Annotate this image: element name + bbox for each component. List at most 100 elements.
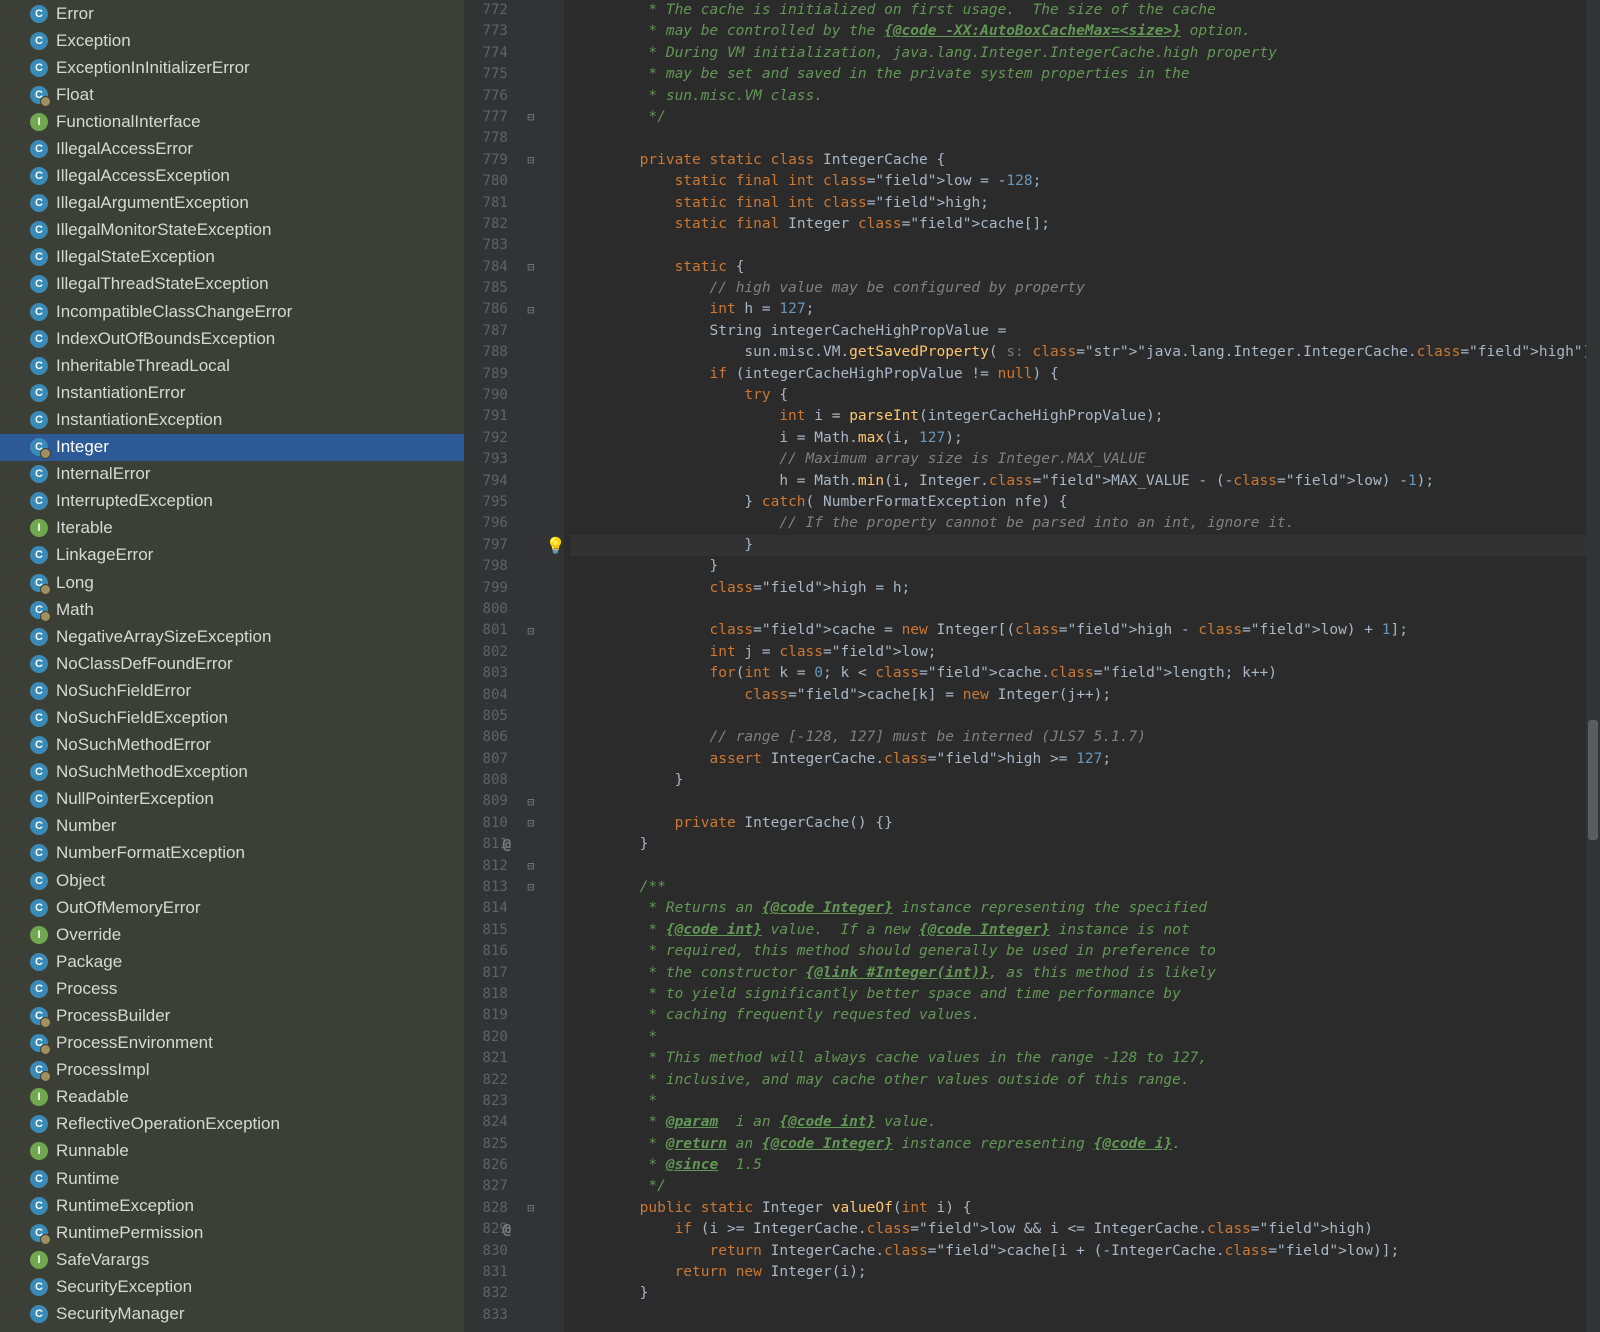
code-line[interactable]: if (integerCacheHighPropValue != null) { — [570, 364, 1600, 385]
code-line[interactable]: public static Integer valueOf(int i) { — [570, 1198, 1600, 1219]
tree-item-nosuchfieldexception[interactable]: CNoSuchFieldException — [0, 704, 464, 731]
code-line[interactable] — [570, 128, 1600, 149]
gutter-icons[interactable]: ⊟⊟⊟⊟⊟⊟⊟⊟⊟⊟@@💡 — [520, 0, 564, 1332]
fold-icon[interactable]: ⊟ — [524, 260, 538, 274]
tree-item-illegalargumentexception[interactable]: CIllegalArgumentException — [0, 190, 464, 217]
code-line[interactable]: sun.misc.VM.getSavedProperty( s: class="… — [570, 342, 1600, 363]
tree-item-incompatibleclasschangeerror[interactable]: CIncompatibleClassChangeError — [0, 298, 464, 325]
tree-item-integer[interactable]: CInteger — [0, 434, 464, 461]
code-line[interactable]: class="field">high = h; — [570, 578, 1600, 599]
code-line[interactable]: * The cache is initialized on first usag… — [570, 0, 1600, 21]
tree-item-reflectiveoperationexception[interactable]: CReflectiveOperationException — [0, 1111, 464, 1138]
code-editor[interactable]: 7727737747757767777787797807817827837847… — [464, 0, 1600, 1332]
code-line[interactable]: // high value may be configured by prope… — [570, 278, 1600, 299]
override-icon[interactable]: @ — [500, 1222, 514, 1238]
code-line[interactable]: int h = 127; — [570, 299, 1600, 320]
code-line[interactable]: for(int k = 0; k < class="field">cache.c… — [570, 663, 1600, 684]
tree-item-processenvironment[interactable]: CProcessEnvironment — [0, 1030, 464, 1057]
fold-icon[interactable]: ⊟ — [524, 816, 538, 830]
code-line[interactable]: } — [570, 556, 1600, 577]
code-line[interactable]: class="field">cache = new Integer[(class… — [570, 620, 1600, 641]
tree-item-securityexception[interactable]: CSecurityException — [0, 1273, 464, 1300]
code-line[interactable]: static final int class="field">low = -12… — [570, 171, 1600, 192]
code-line[interactable]: // Maximum array size is Integer.MAX_VAL… — [570, 449, 1600, 470]
code-line[interactable]: } — [570, 1283, 1600, 1304]
code-line[interactable]: } — [570, 535, 1600, 556]
tree-item-runtimepermission[interactable]: CRuntimePermission — [0, 1219, 464, 1246]
tree-item-internalerror[interactable]: CInternalError — [0, 461, 464, 488]
code-text[interactable]: * The cache is initialized on first usag… — [564, 0, 1600, 1332]
code-line[interactable]: // If the property cannot be parsed into… — [570, 513, 1600, 534]
code-line[interactable]: } catch( NumberFormatException nfe) { — [570, 492, 1600, 513]
tree-item-instantiationexception[interactable]: CInstantiationException — [0, 406, 464, 433]
code-line[interactable]: class="field">cache[k] = new Integer(j++… — [570, 685, 1600, 706]
tree-item-process[interactable]: CProcess — [0, 975, 464, 1002]
code-line[interactable] — [570, 791, 1600, 812]
code-line[interactable]: * caching frequently requested values. — [570, 1005, 1600, 1026]
tree-item-nosuchmethoderror[interactable]: CNoSuchMethodError — [0, 732, 464, 759]
code-line[interactable]: * the constructor {@link #Integer(int)},… — [570, 963, 1600, 984]
tree-item-functionalinterface[interactable]: IFunctionalInterface — [0, 108, 464, 135]
scrollbar-thumb[interactable] — [1588, 720, 1598, 840]
code-line[interactable]: // range [-128, 127] must be interned (J… — [570, 727, 1600, 748]
fold-icon[interactable]: ⊟ — [524, 859, 538, 873]
tree-item-safevarargs[interactable]: ISafeVarargs — [0, 1246, 464, 1273]
tree-item-override[interactable]: IOverride — [0, 921, 464, 948]
code-line[interactable]: /** — [570, 877, 1600, 898]
code-line[interactable]: i = Math.max(i, 127); — [570, 428, 1600, 449]
tree-item-processimpl[interactable]: CProcessImpl — [0, 1057, 464, 1084]
tree-item-illegalthreadstateexception[interactable]: CIllegalThreadStateException — [0, 271, 464, 298]
tree-item-processbuilder[interactable]: CProcessBuilder — [0, 1002, 464, 1029]
code-line[interactable]: } — [570, 770, 1600, 791]
tree-item-iterable[interactable]: IIterable — [0, 515, 464, 542]
tree-item-nullpointerexception[interactable]: CNullPointerException — [0, 786, 464, 813]
fold-icon[interactable]: ⊟ — [524, 795, 538, 809]
tree-item-securitymanager[interactable]: CSecurityManager — [0, 1301, 464, 1328]
tree-item-exceptionininitializererror[interactable]: CExceptionInInitializerError — [0, 54, 464, 81]
code-line[interactable]: static { — [570, 257, 1600, 278]
tree-item-error[interactable]: CError — [0, 0, 464, 27]
code-line[interactable]: * to yield significantly better space an… — [570, 984, 1600, 1005]
tree-item-illegalaccessexception[interactable]: CIllegalAccessException — [0, 163, 464, 190]
code-line[interactable]: private static class IntegerCache { — [570, 150, 1600, 171]
code-line[interactable]: static final int class="field">high; — [570, 193, 1600, 214]
code-line[interactable] — [570, 706, 1600, 727]
tree-item-number[interactable]: CNumber — [0, 813, 464, 840]
override-icon[interactable]: @ — [500, 837, 514, 853]
code-line[interactable]: * This method will always cache values i… — [570, 1048, 1600, 1069]
code-line[interactable]: assert IntegerCache.class="field">high >… — [570, 749, 1600, 770]
fold-icon[interactable]: ⊟ — [524, 624, 538, 638]
tree-item-package[interactable]: CPackage — [0, 948, 464, 975]
code-line[interactable]: * {@code int} value. If a new {@code Int… — [570, 920, 1600, 941]
code-line[interactable]: int i = parseInt(integerCacheHighPropVal… — [570, 406, 1600, 427]
tree-item-readable[interactable]: IReadable — [0, 1084, 464, 1111]
fold-icon[interactable]: ⊟ — [524, 110, 538, 124]
tree-item-interruptedexception[interactable]: CInterruptedException — [0, 488, 464, 515]
tree-item-long[interactable]: CLong — [0, 569, 464, 596]
code-line[interactable]: } — [570, 834, 1600, 855]
code-line[interactable]: return new Integer(i); — [570, 1262, 1600, 1283]
tree-item-math[interactable]: CMath — [0, 596, 464, 623]
fold-icon[interactable]: ⊟ — [524, 880, 538, 894]
code-line[interactable]: * sun.misc.VM class. — [570, 86, 1600, 107]
tree-item-nosuchfielderror[interactable]: CNoSuchFieldError — [0, 677, 464, 704]
code-line[interactable] — [570, 235, 1600, 256]
fold-icon[interactable]: ⊟ — [524, 153, 538, 167]
code-line[interactable]: * may be set and saved in the private sy… — [570, 64, 1600, 85]
tree-item-instantiationerror[interactable]: CInstantiationError — [0, 379, 464, 406]
vertical-scrollbar[interactable] — [1586, 0, 1600, 1332]
tree-item-illegalaccesserror[interactable]: CIllegalAccessError — [0, 135, 464, 162]
tree-item-linkageerror[interactable]: CLinkageError — [0, 542, 464, 569]
code-line[interactable]: private IntegerCache() {} — [570, 813, 1600, 834]
code-line[interactable]: int j = class="field">low; — [570, 642, 1600, 663]
code-line[interactable] — [570, 599, 1600, 620]
code-line[interactable]: * inclusive, and may cache other values … — [570, 1070, 1600, 1091]
tree-item-object[interactable]: CObject — [0, 867, 464, 894]
fold-icon[interactable]: ⊟ — [524, 1201, 538, 1215]
tree-item-illegalmonitorstateexception[interactable]: CIllegalMonitorStateException — [0, 217, 464, 244]
tree-item-runnable[interactable]: IRunnable — [0, 1138, 464, 1165]
fold-icon[interactable]: ⊟ — [524, 303, 538, 317]
tree-item-illegalstateexception[interactable]: CIllegalStateException — [0, 244, 464, 271]
code-line[interactable]: * — [570, 1027, 1600, 1048]
code-line[interactable]: static final Integer class="field">cache… — [570, 214, 1600, 235]
